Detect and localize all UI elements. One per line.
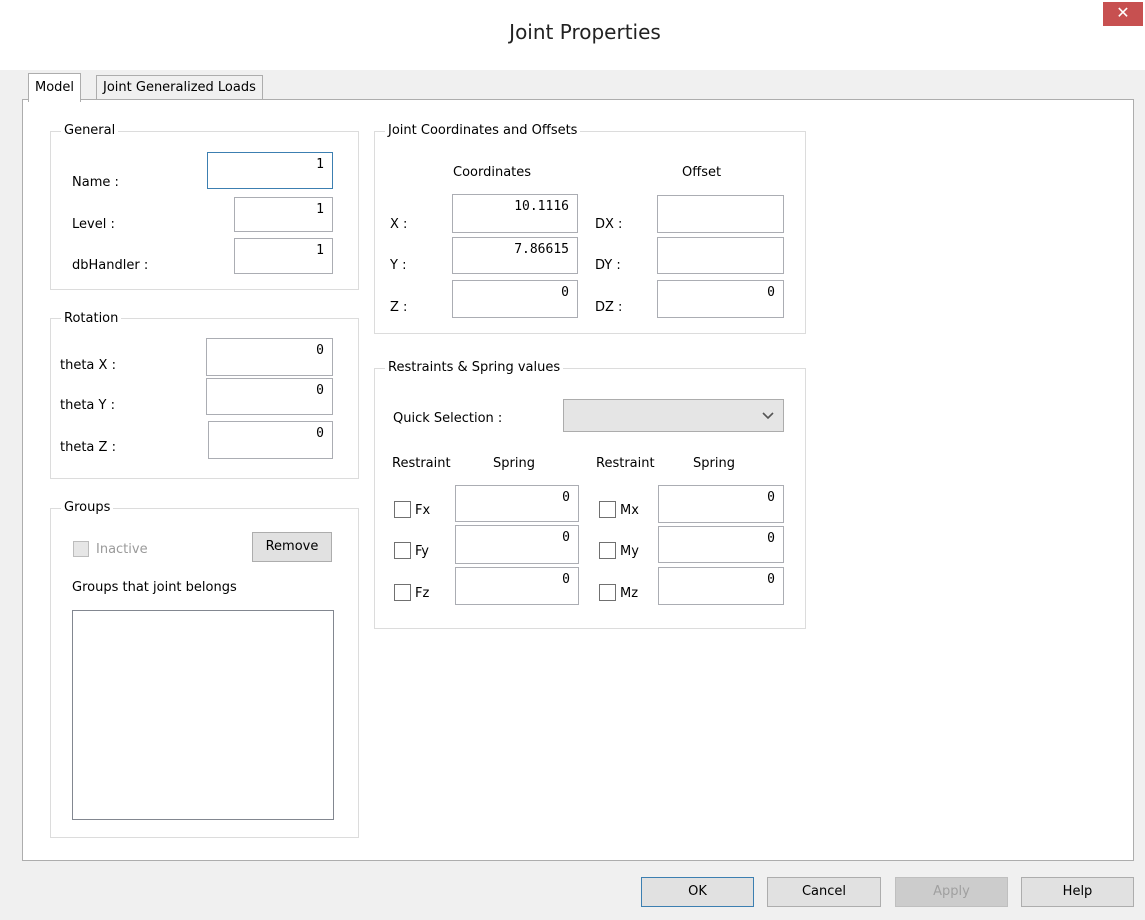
tab-panel-model: General Name : 1 Level : 1 dbHandler : 1… <box>22 99 1134 861</box>
mz-checkbox[interactable] <box>599 584 616 601</box>
tab-joint-generalized-loads[interactable]: Joint Generalized Loads <box>96 75 263 100</box>
chevron-down-icon <box>762 412 774 420</box>
x-label: X : <box>390 217 408 232</box>
restraint-header-right: Restraint <box>596 456 655 471</box>
mx-spring-field[interactable]: 0 <box>658 485 784 523</box>
theta-x-field[interactable]: 0 <box>206 338 333 376</box>
inactive-label: Inactive <box>96 542 148 557</box>
dx-offset-field[interactable] <box>657 195 784 233</box>
fz-label: Fz <box>415 586 430 601</box>
dbhandler-label: dbHandler : <box>72 258 149 273</box>
mx-label: Mx <box>620 503 639 518</box>
my-checkbox[interactable] <box>599 542 616 559</box>
close-icon[interactable]: ✕ <box>1103 2 1143 26</box>
mx-checkbox[interactable] <box>599 501 616 518</box>
fx-checkbox[interactable] <box>394 501 411 518</box>
dx-label: DX : <box>595 217 623 232</box>
fx-label: Fx <box>415 503 431 518</box>
groups-group-title: Groups <box>61 500 114 516</box>
fy-spring-field[interactable]: 0 <box>455 525 579 564</box>
theta-y-label: theta Y : <box>60 398 115 413</box>
coords-group-title: Joint Coordinates and Offsets <box>385 123 581 139</box>
spring-header-left: Spring <box>493 456 535 471</box>
restraints-group-title: Restraints & Spring values <box>385 360 564 376</box>
theta-z-field[interactable]: 0 <box>208 421 333 459</box>
help-button[interactable]: Help <box>1021 877 1134 907</box>
dz-offset-field[interactable]: 0 <box>657 280 784 318</box>
x-coordinate-field[interactable]: 10.1116 <box>452 194 578 233</box>
rotation-group-title: Rotation <box>61 311 122 327</box>
groups-belongs-label: Groups that joint belongs <box>72 580 237 595</box>
fz-spring-field[interactable]: 0 <box>455 567 579 605</box>
y-label: Y : <box>390 258 407 273</box>
window-title: Joint Properties <box>509 20 661 44</box>
groups-listbox[interactable] <box>72 610 334 820</box>
offset-header: Offset <box>682 165 722 180</box>
name-label: Name : <box>72 175 119 190</box>
fy-checkbox[interactable] <box>394 542 411 559</box>
cancel-button[interactable]: Cancel <box>767 877 881 907</box>
dbhandler-field[interactable]: 1 <box>234 238 333 274</box>
z-label: Z : <box>390 300 408 315</box>
quick-selection-dropdown[interactable] <box>563 399 784 432</box>
my-label: My <box>620 544 639 559</box>
inactive-checkbox[interactable] <box>73 541 89 557</box>
mz-spring-field[interactable]: 0 <box>658 567 784 605</box>
my-spring-field[interactable]: 0 <box>658 526 784 563</box>
ok-button[interactable]: OK <box>641 877 754 907</box>
dz-label: DZ : <box>595 300 623 315</box>
theta-y-field[interactable]: 0 <box>206 378 333 415</box>
quick-selection-label: Quick Selection : <box>393 411 503 426</box>
level-label: Level : <box>72 217 115 232</box>
fx-spring-field[interactable]: 0 <box>455 485 579 522</box>
fy-label: Fy <box>415 544 429 559</box>
apply-button[interactable]: Apply <box>895 877 1008 907</box>
z-coordinate-field[interactable]: 0 <box>452 280 578 318</box>
spring-header-right: Spring <box>693 456 735 471</box>
level-field[interactable]: 1 <box>234 197 333 232</box>
tab-model[interactable]: Model <box>28 73 82 102</box>
remove-button[interactable]: Remove <box>252 532 332 562</box>
restraint-header-left: Restraint <box>392 456 451 471</box>
general-group-title: General <box>61 123 119 139</box>
theta-x-label: theta X : <box>60 358 116 373</box>
dy-label: DY : <box>595 258 621 273</box>
y-coordinate-field[interactable]: 7.86615 <box>452 237 578 274</box>
mz-label: Mz <box>620 586 639 601</box>
name-field[interactable]: 1 <box>207 152 333 189</box>
dy-offset-field[interactable] <box>657 237 784 274</box>
theta-z-label: theta Z : <box>60 440 116 455</box>
coordinates-header: Coordinates <box>453 165 532 180</box>
fz-checkbox[interactable] <box>394 584 411 601</box>
